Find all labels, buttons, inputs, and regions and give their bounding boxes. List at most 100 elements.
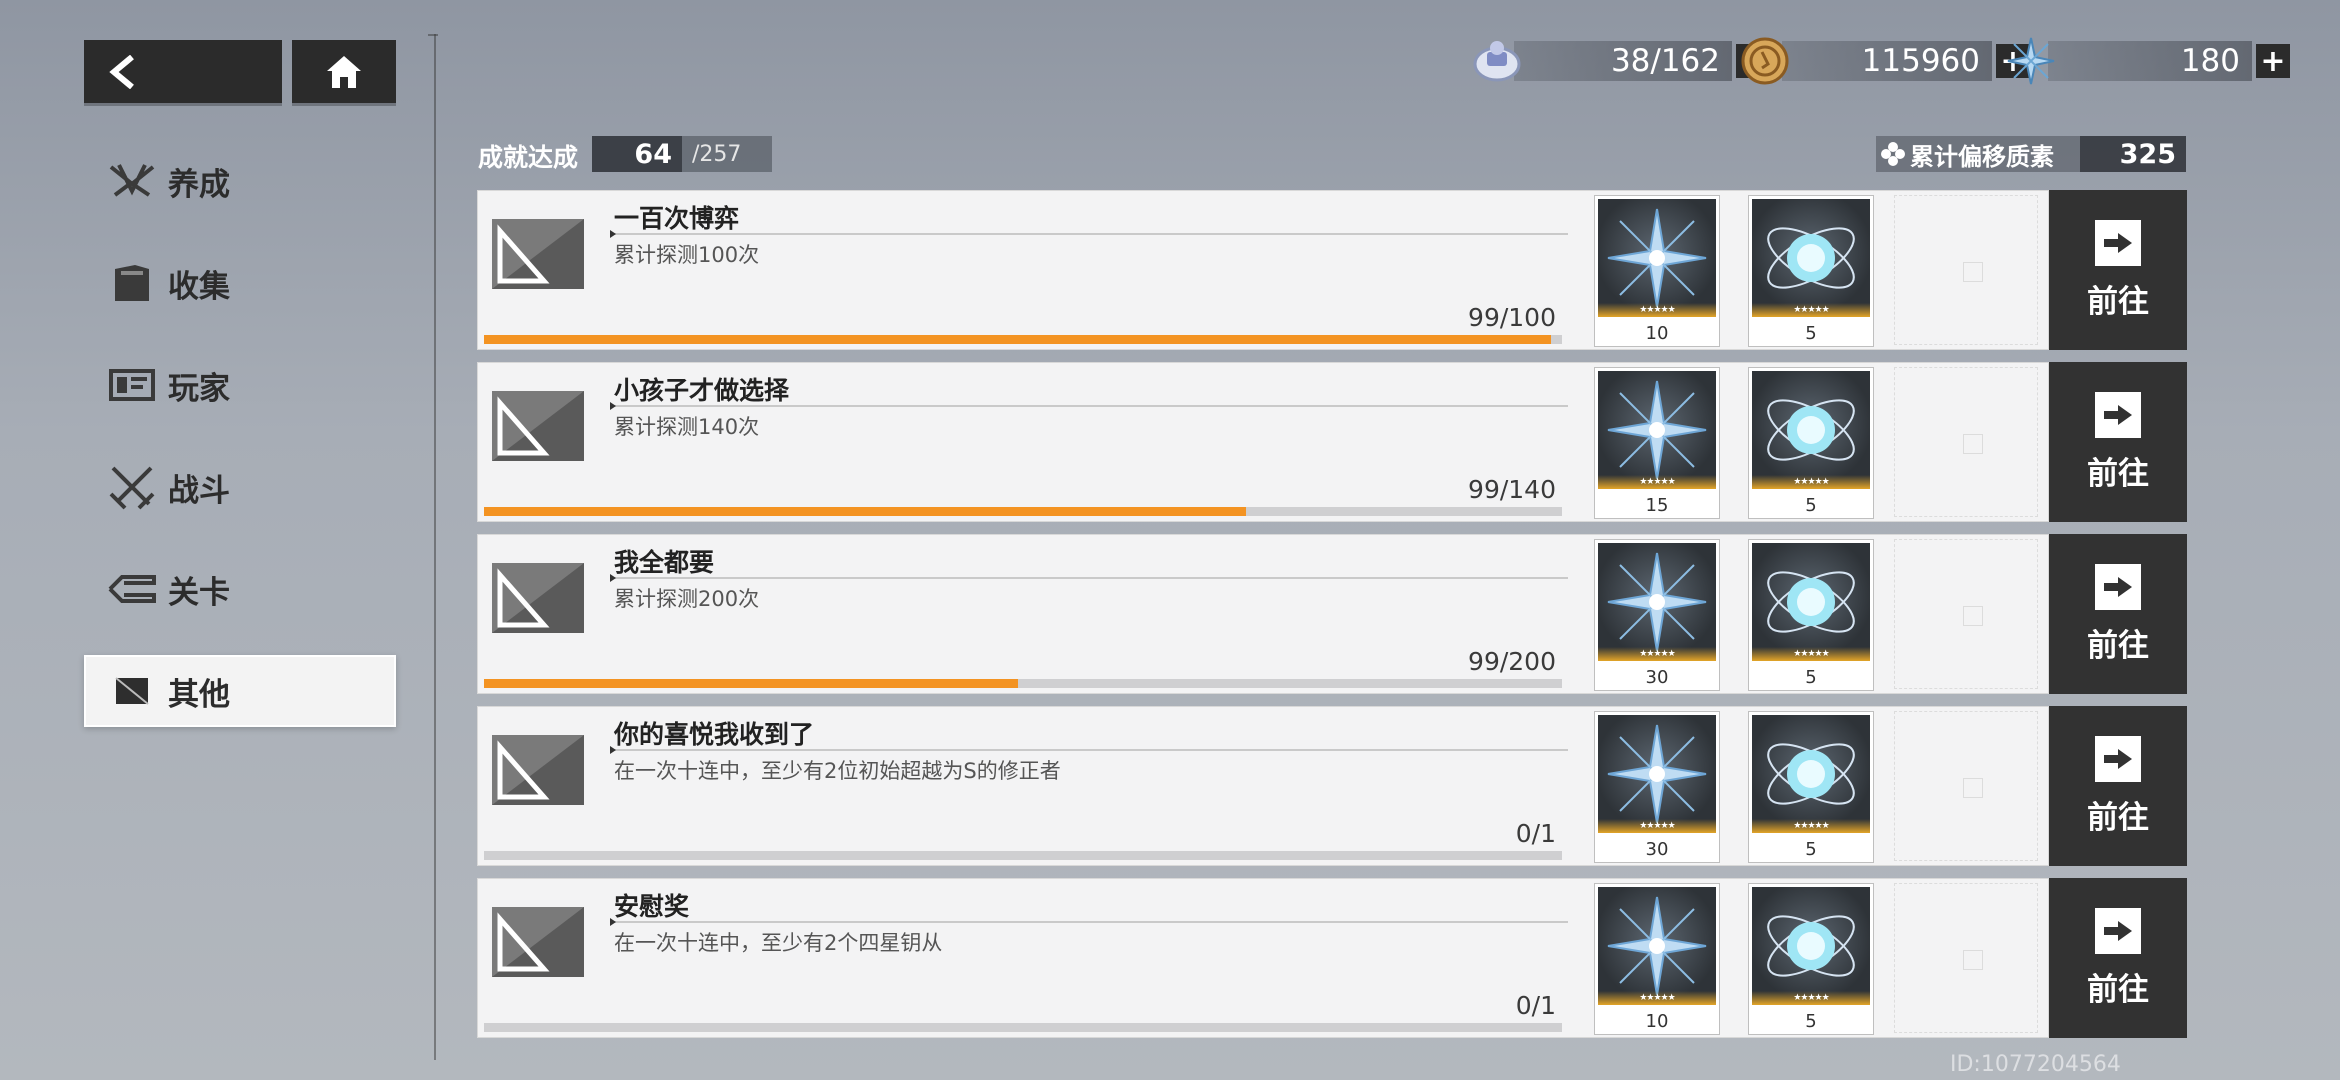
progress-text: 99/100 — [1468, 303, 1556, 332]
clover-icon — [1881, 142, 1905, 166]
wings-icon — [108, 157, 156, 205]
progress-text: 0/1 — [1515, 819, 1556, 848]
achievement-list: 一百次博弈 累计探测100次 99/100 ★★★★★ 10 ★★★★★ 5 前… — [477, 190, 2187, 1050]
empty-reward-slot — [1894, 883, 2038, 1033]
sidebar-item-stage[interactable]: 关卡 — [84, 553, 396, 625]
title-rule — [610, 230, 1568, 238]
reward-crystal-item[interactable]: ★★★★★ 10 — [1594, 883, 1720, 1035]
reward-crystal-item[interactable]: ★★★★★ 10 — [1594, 195, 1720, 347]
achievement-card: 我全都要 累计探测200次 99/200 ★★★★★ 30 ★★★★★ 5 前往 — [477, 534, 2187, 694]
go-button[interactable]: 前往 — [2049, 878, 2187, 1038]
empty-reward-slot — [1894, 367, 2038, 517]
resource-crystal: 180 + — [2004, 36, 2290, 86]
sidebar-item-label: 关卡 — [168, 574, 230, 611]
achievement-card: 你的喜悦我收到了 在一次十连中，至少有2位初始超越为S的修正者 0/1 ★★★★… — [477, 706, 2187, 866]
go-button-label: 前往 — [2087, 283, 2149, 320]
reward-orb-item[interactable]: ★★★★★ 5 — [1748, 539, 1874, 691]
achievement-total: /257 — [692, 141, 742, 167]
reward-quantity: 5 — [1805, 323, 1817, 344]
progress-text: 99/200 — [1468, 647, 1556, 676]
progress-bar — [484, 1023, 1562, 1032]
crystal-reward-icon: ★★★★★ — [1598, 543, 1716, 661]
achievement-thumbnail — [492, 391, 584, 461]
flag-icon — [108, 565, 156, 613]
go-button-label: 前往 — [2087, 971, 2149, 1008]
vertical-divider — [434, 34, 436, 1060]
progress-text: 99/140 — [1468, 475, 1556, 504]
reward-orb-item[interactable]: ★★★★★ 5 — [1748, 195, 1874, 347]
reward-crystal-item[interactable]: ★★★★★ 30 — [1594, 539, 1720, 691]
go-button[interactable]: 前往 — [2049, 362, 2187, 522]
orb-reward-icon: ★★★★★ — [1752, 371, 1870, 489]
orb-reward-icon: ★★★★★ — [1752, 543, 1870, 661]
id-card-icon — [108, 361, 156, 409]
achievement-description: 在一次十连中，至少有2位初始超越为S的修正者 — [614, 759, 1061, 783]
reward-quantity: 5 — [1805, 667, 1817, 688]
sidebar-item-label: 养成 — [168, 166, 230, 203]
empty-reward-slot — [1894, 711, 2038, 861]
achievement-thumbnail — [492, 907, 584, 977]
progress-fill — [484, 335, 1552, 344]
go-button-label: 前往 — [2087, 627, 2149, 664]
crystal-value: 180 — [2048, 41, 2252, 81]
square-icon — [108, 667, 156, 715]
achievement-card: 一百次博弈 累计探测100次 99/100 ★★★★★ 10 ★★★★★ 5 前… — [477, 190, 2187, 350]
offset-essence: 累计偏移质素 325 — [1876, 136, 2186, 172]
reward-stars: ★★★★★ — [1793, 477, 1829, 487]
offset-essence-label: 累计偏移质素 — [1910, 142, 2054, 171]
stamina-value: 38/162 — [1514, 41, 1732, 81]
arrow-right-icon — [2095, 219, 2141, 266]
reward-stars: ★★★★★ — [1639, 649, 1675, 659]
reward-stars: ★★★★★ — [1793, 993, 1829, 1003]
crystal-icon — [2007, 37, 2055, 85]
stamina-icon — [1473, 41, 1521, 82]
reward-stars: ★★★★★ — [1639, 477, 1675, 487]
reward-quantity: 5 — [1805, 839, 1817, 860]
sidebar-item-collection[interactable]: 收集 — [84, 247, 396, 319]
reward-orb-item[interactable]: ★★★★★ 5 — [1748, 367, 1874, 519]
go-button[interactable]: 前往 — [2049, 534, 2187, 694]
achievement-description: 累计探测200次 — [614, 587, 760, 611]
reward-quantity: 5 — [1805, 495, 1817, 516]
home-button[interactable] — [292, 40, 396, 103]
achievement-count-label: 成就达成 — [478, 143, 579, 172]
achievement-card-body: 我全都要 累计探测200次 99/200 ★★★★★ 30 ★★★★★ 5 — [477, 534, 2049, 694]
progress-fill — [484, 679, 1018, 688]
title-rule — [610, 574, 1568, 582]
category-sidebar: 养成 收集 玩家 战斗 关卡 其他 — [84, 145, 396, 757]
add-crystal-button[interactable]: + — [2256, 44, 2290, 79]
sidebar-item-other[interactable]: 其他 — [84, 655, 396, 727]
progress-bar — [484, 507, 1562, 516]
achievement-card-body: 小孩子才做选择 累计探测140次 99/140 ★★★★★ 15 ★★★★★ 5 — [477, 362, 2049, 522]
achievement-thumbnail — [492, 563, 584, 633]
reward-crystal-item[interactable]: ★★★★★ 15 — [1594, 367, 1720, 519]
reward-orb-item[interactable]: ★★★★★ 5 — [1748, 711, 1874, 863]
home-icon — [327, 55, 361, 88]
arrow-right-icon — [2095, 907, 2141, 954]
sidebar-item-player[interactable]: 玩家 — [84, 349, 396, 421]
orb-reward-icon: ★★★★★ — [1752, 715, 1870, 833]
go-button[interactable]: 前往 — [2049, 706, 2187, 866]
sidebar-item-label: 收集 — [168, 268, 230, 305]
title-rule — [610, 402, 1568, 410]
coin-icon — [1741, 37, 1789, 85]
empty-reward-slot — [1894, 195, 2038, 345]
achievement-card: 安慰奖 在一次十连中，至少有2个四星钥从 0/1 ★★★★★ 10 ★★★★★ … — [477, 878, 2187, 1038]
achievement-title: 我全都要 — [614, 548, 715, 577]
crystal-reward-icon: ★★★★★ — [1598, 715, 1716, 833]
reward-quantity: 15 — [1645, 495, 1669, 516]
reward-stars: ★★★★★ — [1639, 305, 1675, 315]
orb-reward-icon: ★★★★★ — [1752, 199, 1870, 317]
sidebar-item-training[interactable]: 养成 — [84, 145, 396, 217]
reward-quantity: 30 — [1645, 839, 1669, 860]
reward-crystal-item[interactable]: ★★★★★ 30 — [1594, 711, 1720, 863]
go-button[interactable]: 前往 — [2049, 190, 2187, 350]
title-rule — [610, 918, 1568, 926]
reward-orb-item[interactable]: ★★★★★ 5 — [1748, 883, 1874, 1035]
achievement-done: 64 — [592, 136, 682, 172]
back-arrow-icon — [109, 54, 134, 89]
sidebar-item-battle[interactable]: 战斗 — [84, 451, 396, 523]
reward-quantity: 5 — [1805, 1011, 1817, 1032]
back-button[interactable] — [84, 40, 282, 103]
go-button-label: 前往 — [2087, 799, 2149, 836]
